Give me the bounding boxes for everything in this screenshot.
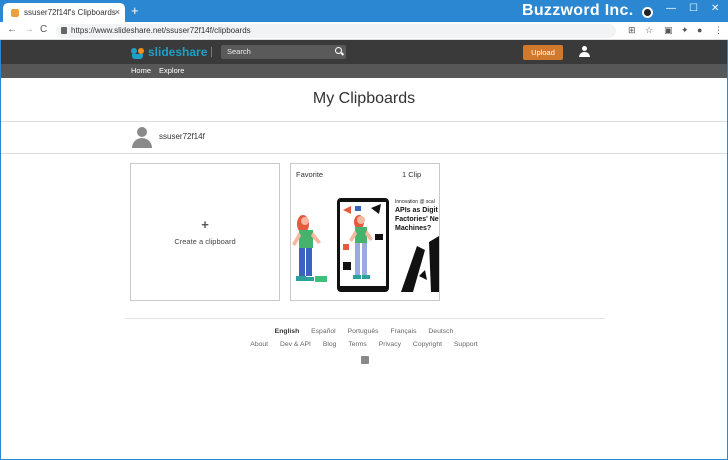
clipboard-count: 1 Clip xyxy=(402,170,422,179)
lang-english[interactable]: English xyxy=(275,328,300,335)
profile-icon[interactable] xyxy=(642,7,653,18)
logo-text: slideshare xyxy=(148,45,208,59)
new-tab-button[interactable]: + xyxy=(131,3,139,19)
page: slideshare Search Upload Home Explore My… xyxy=(0,40,728,460)
reload-button[interactable]: C xyxy=(40,24,47,35)
clipboard-card-favorite[interactable]: Favorite 1 Clip Innovation @ scal APIs a… xyxy=(290,163,440,301)
upload-button[interactable]: Upload xyxy=(523,45,563,60)
footer-link-dev-api[interactable]: Dev & API xyxy=(280,341,311,348)
extension-icon[interactable]: ▣ xyxy=(664,25,673,36)
create-clipboard-card[interactable]: + Create a clipboard xyxy=(130,163,280,301)
nav-explore[interactable]: Explore xyxy=(159,66,184,75)
browser-titlebar: ssuser72f14f's Clipboards × + Buzzword I… xyxy=(0,0,728,23)
nav-home[interactable]: Home xyxy=(131,66,151,75)
lock-icon xyxy=(61,27,67,34)
translate-icon[interactable]: ⊞ xyxy=(628,25,636,36)
footer-divider xyxy=(125,318,605,319)
menu-icon[interactable]: ⋮ xyxy=(714,25,723,36)
lang-portugues[interactable]: Português xyxy=(348,328,379,335)
browser-toolbar: ← → C https://www.slideshare.net/ssuser7… xyxy=(0,22,728,40)
lang-francais[interactable]: Français xyxy=(390,328,416,335)
avatar[interactable] xyxy=(131,126,153,148)
thumb-title-line-3: Machines? xyxy=(395,225,431,232)
user-icon[interactable] xyxy=(579,46,590,58)
brand-watermark: Buzzword Inc. xyxy=(522,2,634,19)
divider xyxy=(1,121,727,122)
slideshare-logo[interactable]: slideshare xyxy=(131,44,207,60)
account-icon[interactable]: ● xyxy=(697,25,702,35)
site-subnav: Home Explore xyxy=(1,64,727,78)
create-clipboard-label: Create a clipboard xyxy=(174,237,236,246)
minimize-button[interactable]: — xyxy=(666,3,676,14)
forward-button[interactable]: → xyxy=(24,24,34,35)
tab-title: ssuser72f14f's Clipboards xyxy=(24,8,116,17)
slideshare-favicon-icon xyxy=(11,9,19,17)
bookmark-star-icon[interactable]: ☆ xyxy=(645,25,653,36)
search-placeholder: Search xyxy=(227,47,251,56)
footer-link-blog[interactable]: Blog xyxy=(323,341,337,348)
clipboard-name: Favorite xyxy=(296,170,324,179)
footer-links: About Dev & API Blog Terms Privacy Copyr… xyxy=(1,341,727,348)
close-window-button[interactable]: ✕ xyxy=(711,3,719,14)
site-header: slideshare Search Upload xyxy=(1,40,727,64)
lang-deutsch[interactable]: Deutsch xyxy=(428,328,453,335)
search-icon[interactable] xyxy=(335,47,342,54)
url-text[interactable]: https://www.slideshare.net/ssuser72f14f/… xyxy=(71,26,251,35)
slideshare-logo-icon xyxy=(131,45,145,59)
clipboard-thumbnail[interactable]: Innovation @ scal APIs as Digit Factorie… xyxy=(291,184,439,300)
browser-tab[interactable]: ssuser72f14f's Clipboards × xyxy=(3,3,125,23)
footer-link-privacy[interactable]: Privacy xyxy=(379,341,401,348)
thumb-title-line-2: Factories' Ne xyxy=(395,216,439,223)
back-button[interactable]: ← xyxy=(7,24,17,35)
lang-espanol[interactable]: Español xyxy=(311,328,336,335)
search-input[interactable]: Search xyxy=(221,45,346,59)
tab-close-icon[interactable]: × xyxy=(115,7,120,17)
thumb-kicker: Innovation @ scal xyxy=(395,199,435,205)
divider xyxy=(1,153,727,154)
puzzle-icon[interactable]: ✦ xyxy=(681,25,689,36)
rss-icon[interactable] xyxy=(361,356,369,364)
language-links: English Español Português Français Deuts… xyxy=(1,328,727,335)
address-bar[interactable]: https://www.slideshare.net/ssuser72f14f/… xyxy=(56,24,616,38)
username[interactable]: ssuser72f14f xyxy=(159,132,205,141)
thumb-title-line-1: APIs as Digit xyxy=(395,207,438,214)
page-title: My Clipboards xyxy=(312,90,416,107)
footer-link-support[interactable]: Support xyxy=(454,341,478,348)
footer-link-about[interactable]: About xyxy=(250,341,268,348)
footer-link-copyright[interactable]: Copyright xyxy=(413,341,442,348)
plus-icon: + xyxy=(201,217,209,232)
maximize-button[interactable]: ☐ xyxy=(689,3,698,14)
header-divider xyxy=(211,47,212,57)
footer-link-terms[interactable]: Terms xyxy=(348,341,367,348)
